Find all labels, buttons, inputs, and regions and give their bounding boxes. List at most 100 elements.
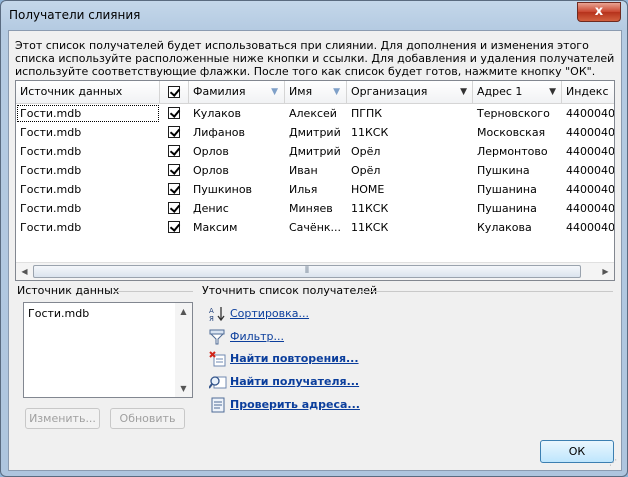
scroll-thumb[interactable]: ⦀ [33,265,581,278]
grid-header: Источник данных Фамилия ▼ Имя ▼ Организа… [16,81,614,104]
filter-link[interactable]: Фильтр... [230,330,284,343]
find-recipient-icon [209,376,227,389]
cell-source: Гости.mdb [20,145,82,158]
row-include-cell [160,104,189,123]
include-recipient-checkbox[interactable] [168,126,180,138]
column-header-name[interactable]: Имя ▼ [285,81,347,103]
row-include-cell [160,180,189,199]
cell-org: 11КСК [351,221,389,234]
scroll-up-icon[interactable]: ▲ [175,303,192,320]
cell-source: Гости.mdb [20,202,82,215]
scroll-right-icon[interactable]: ▶ [597,263,614,280]
column-header-organization[interactable]: Организация ▼ [347,81,473,103]
cell-index: 4400040 [566,202,615,215]
svg-text:A: A [209,307,214,315]
horizontal-scrollbar[interactable]: ◀ ⦀ ▶ [16,262,614,280]
column-header-check-all[interactable] [160,81,189,103]
cell-name: Иван [289,164,318,177]
cell-index: 4400040 [566,107,615,120]
cell-name: Дмитрий [289,145,341,158]
column-header-source[interactable]: Источник данных [16,81,160,103]
cell-org: Орёл [351,145,381,158]
group-divider [115,291,193,292]
cell-index: 4400040 [566,183,615,196]
dropdown-arrow-icon[interactable]: ▼ [549,81,556,103]
validate-address-icon [211,397,225,413]
dialog-body: Этот список получателей будет использова… [8,30,622,471]
filter-dropdown-icon[interactable]: ▼ [271,81,278,103]
include-recipient-checkbox[interactable] [168,202,180,214]
table-row[interactable]: Гости.mdb Денис Миняев 11КСК Пушанина 4400040 [16,199,614,218]
find-duplicates-link[interactable]: Найти повторения... [230,352,359,365]
cell-addr: Московская [477,126,546,139]
cell-org: 11КСК [351,126,389,139]
cell-org: 11КСК [351,202,389,215]
data-source-item[interactable]: Гости.mdb [28,307,89,320]
table-row[interactable]: Гости.mdb Максим Сачёнк... 11КСК Кулакова 440… [16,218,614,237]
table-row[interactable]: Гости.mdb Лифанов Дмитрий 11КСК Московская 44… [16,123,614,142]
row-include-cell [160,161,189,180]
refresh-button[interactable]: Обновить [110,408,185,429]
check-all-checkbox[interactable] [168,86,180,98]
title-bar: Получатели слияния x [1,1,627,29]
cell-source: Гости.mdb [20,164,82,177]
edit-button[interactable]: Изменить... [25,408,100,429]
cell-surname: Кулаков [193,107,241,120]
cell-org: ПГПК [351,107,383,120]
include-recipient-checkbox[interactable] [168,221,180,233]
cell-org: HOME [351,183,385,196]
filter-funnel-icon [209,329,225,345]
row-include-cell [160,218,189,237]
cell-name: Сачёнк... [289,221,342,234]
ok-button[interactable]: ОК [540,440,614,463]
source-group-label: Источник данных [17,284,120,297]
validate-addresses-link[interactable]: Проверить адреса... [230,398,360,411]
cell-name: Алексей [289,107,337,120]
include-recipient-checkbox[interactable] [168,164,180,176]
cell-index: 4400040 [566,164,615,177]
cell-addr: Кулакова [477,221,532,234]
cell-surname: Орлов [193,164,229,177]
cell-org: Орёл [351,164,381,177]
include-recipient-checkbox[interactable] [168,107,180,119]
table-row[interactable]: Гости.mdb Орлов Дмитрий Орёл Лермонтово 44000… [16,142,614,161]
resize-grip-icon[interactable]: ⋰ [609,458,619,468]
cell-name: Дмитрий [289,126,341,139]
close-button[interactable]: x [577,2,621,22]
table-row[interactable]: Гости.mdb Пушкинов Илья HOME Пушанина 4400040 [16,180,614,199]
row-include-cell [160,199,189,218]
cell-source: Гости.mdb [16,104,160,123]
dialog-title: Получатели слияния [9,8,141,22]
row-include-cell [160,142,189,161]
cell-surname: Максим [193,221,238,234]
dropdown-arrow-icon[interactable]: ▼ [460,81,467,103]
data-source-list[interactable]: Гости.mdb ▲ ▼ [23,302,193,398]
svg-text:Я: Я [209,315,214,322]
mail-merge-recipients-dialog: Получатели слияния x Этот список получат… [0,0,628,477]
column-header-index[interactable]: Индекс [562,81,614,103]
cell-name: Миняев [289,202,333,215]
column-header-surname[interactable]: Фамилия ▼ [189,81,285,103]
include-recipient-checkbox[interactable] [168,183,180,195]
scroll-left-icon[interactable]: ◀ [16,263,33,280]
column-header-address[interactable]: Адрес 1 ▼ [473,81,562,103]
cell-source: Гости.mdb [20,183,82,196]
cell-name: Илья [289,183,318,196]
sort-link[interactable]: Сортировка... [230,307,309,320]
filter-dropdown-icon[interactable]: ▼ [333,81,340,103]
cell-addr: Терновского [477,107,550,120]
recipients-grid[interactable]: Источник данных Фамилия ▼ Имя ▼ Организа… [15,80,615,281]
cell-surname: Орлов [193,145,229,158]
refine-group-label: Уточнить список получателей [202,284,378,297]
find-recipient-link[interactable]: Найти получателя... [230,375,359,388]
scroll-down-icon[interactable]: ▼ [175,380,192,397]
table-row[interactable]: Гости.mdb Кулаков Алексей ПГПК Терновского 44… [16,104,614,123]
cell-addr: Лермонтово [477,145,548,158]
cell-addr: Пушанина [477,183,537,196]
table-row[interactable]: Гости.mdb Орлов Иван Орёл Пушкина 4400040 [16,161,614,180]
cell-source: Гости.mdb [20,221,82,234]
cell-surname: Денис [193,202,229,215]
vertical-scrollbar[interactable]: ▲ ▼ [175,303,192,397]
cell-source: Гости.mdb [20,126,82,139]
include-recipient-checkbox[interactable] [168,145,180,157]
